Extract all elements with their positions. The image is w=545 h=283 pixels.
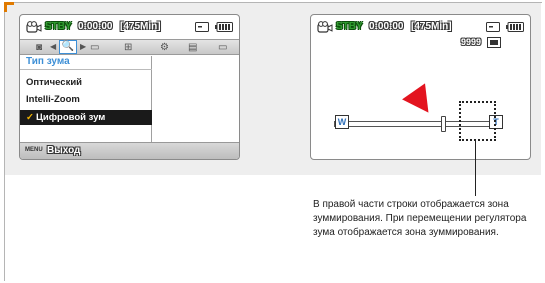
callout-leader-line xyxy=(475,140,476,196)
zoom-search-icon[interactable]: 🔍 xyxy=(59,40,77,54)
camera-mode-icon[interactable]: ◙ xyxy=(36,42,42,53)
menu-item-optical[interactable]: Оптический xyxy=(20,75,152,90)
check-icon: ✓ xyxy=(26,112,34,123)
grid-icon[interactable]: ⊞ xyxy=(124,42,132,53)
menu-footer: MENU Выход xyxy=(20,142,239,159)
description-text: В правой части строки отображается зона … xyxy=(313,199,527,238)
digital-zoom-zone xyxy=(459,101,496,141)
photo-size-icon xyxy=(487,37,501,48)
menu-button-label[interactable]: MENU xyxy=(25,147,43,153)
red-pointer-arrow xyxy=(402,83,440,121)
stby-indicator: STBY xyxy=(45,21,72,32)
remaining-time: [475Min] xyxy=(120,21,161,32)
zoom-slider[interactable] xyxy=(441,116,446,132)
exit-label[interactable]: Выход xyxy=(47,145,80,156)
card-icon xyxy=(486,22,500,32)
camcorder-icon xyxy=(26,21,42,33)
zoom-type-menu: Тип зума Оптический Intelli-Zoom ✓ Цифров… xyxy=(20,56,152,142)
battery-icon xyxy=(506,22,524,32)
card-icon xyxy=(195,22,209,32)
settings-gear-icon[interactable]: ⚙ xyxy=(160,42,169,53)
scroll-left-icon[interactable]: ◀ xyxy=(50,42,56,51)
menu-item-intelli-zoom[interactable]: Intelli-Zoom xyxy=(20,92,152,107)
camcorder-icon xyxy=(317,21,333,33)
storage-icon[interactable]: ▭ xyxy=(218,42,227,53)
lcd-zoom-screen: STBY 0:00:00 [475Min] 9999 W T xyxy=(310,14,531,160)
scroll-right-icon[interactable]: ▶ xyxy=(80,42,86,51)
battery-icon xyxy=(215,22,233,32)
menu-item-digital-zoom[interactable]: ✓ Цифровой зум xyxy=(20,110,152,125)
wide-label: W xyxy=(335,115,349,129)
menu-title: Тип зума xyxy=(20,56,152,70)
photo-count: 9999 xyxy=(461,37,482,47)
timecode: 0:00:00 xyxy=(78,21,113,32)
timecode: 0:00:00 xyxy=(369,21,404,32)
corner-marker xyxy=(4,2,14,12)
resolution-icon[interactable]: ▭ xyxy=(90,42,99,53)
menu-icon-bar: ◙ ◀ 🔍 ▶ ▭ ⊞ ⚙ ▤ ▭ xyxy=(20,39,239,55)
lcd-menu-screen: STBY 0:00:00 [475Min] ◙ ◀ 🔍 ▶ ▭ ⊞ ⚙ ▤ ▭ … xyxy=(19,14,240,160)
photo-icon[interactable]: ▤ xyxy=(188,42,197,53)
stby-indicator: STBY xyxy=(336,21,363,32)
remaining-time: [475Min] xyxy=(411,21,452,32)
menu-item-label: Цифровой зум xyxy=(35,112,106,123)
